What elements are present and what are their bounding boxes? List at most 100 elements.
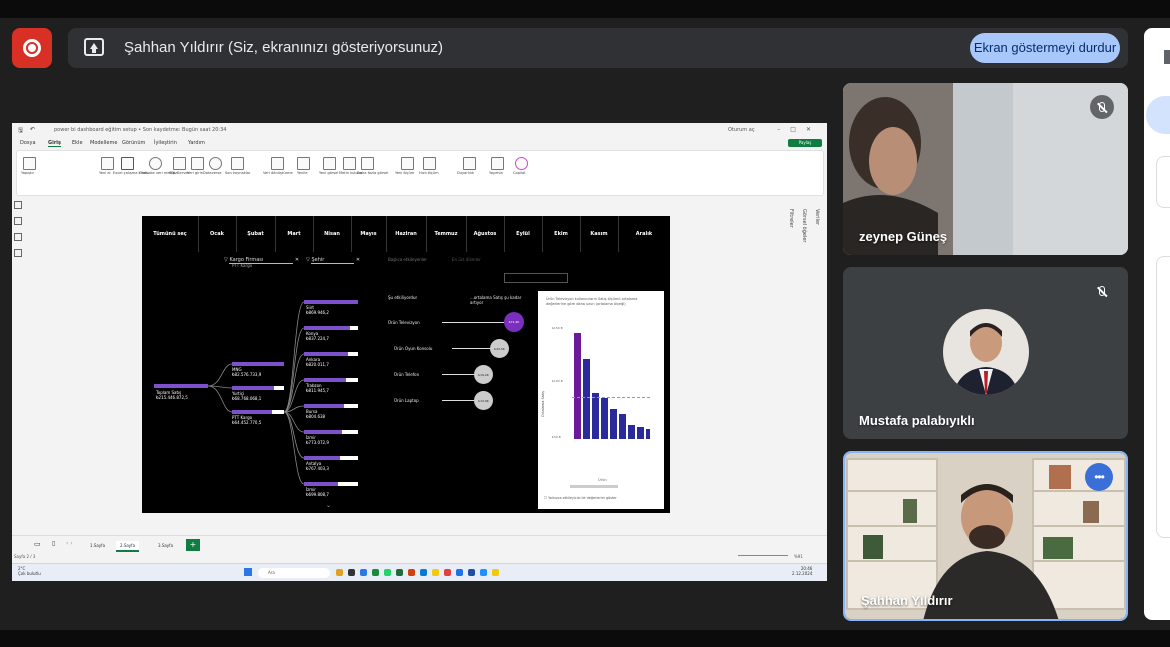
taskbar-app-icon[interactable] — [384, 569, 391, 576]
sql-icon[interactable] — [173, 157, 186, 170]
recording-button[interactable] — [12, 28, 52, 68]
taskbar-app-icon[interactable] — [468, 569, 475, 576]
chart-bar[interactable] — [628, 425, 635, 439]
taskbar-app-icon[interactable] — [372, 569, 379, 576]
more-visuals-icon[interactable] — [361, 157, 374, 170]
taskbar-app-icon[interactable] — [396, 569, 403, 576]
page-tab[interactable]: 2.Sayfa — [116, 541, 140, 552]
factor-value-bubble[interactable]: ₺71,4K — [504, 312, 524, 332]
paste-icon[interactable] — [23, 157, 36, 170]
taskbar-app-icon[interactable] — [444, 569, 451, 576]
taskbar-app-icon[interactable] — [492, 569, 499, 576]
factor-value-bubble[interactable]: ₺13,9K — [474, 391, 493, 410]
filters-pane-tab[interactable]: Filtreler — [788, 209, 794, 228]
tab-top-segments[interactable]: En üst dilimler — [452, 257, 481, 262]
enter-data-icon[interactable] — [191, 157, 204, 170]
page-view-icon[interactable]: ▭ — [34, 540, 41, 548]
taskbar-search[interactable]: Ara — [258, 568, 330, 578]
factor-label[interactable]: Ürün Televizyon — [388, 320, 420, 325]
dax-view-icon[interactable] — [14, 249, 22, 257]
excel-icon[interactable] — [121, 157, 134, 170]
month-item[interactable]: Temmuz — [426, 216, 467, 252]
tree-node-bar[interactable] — [232, 410, 272, 414]
participant-tile[interactable]: zeynep Güneş — [843, 83, 1128, 255]
prev-page-icon[interactable]: ‹ › — [66, 540, 73, 547]
participant-tile-active[interactable]: ••• Şahhan Yıldırır — [843, 451, 1128, 621]
tree-root-bar[interactable] — [154, 384, 208, 388]
factor-label[interactable]: Ürün Telefon — [394, 372, 419, 377]
start-icon[interactable] — [244, 568, 252, 576]
chart-bar[interactable] — [583, 359, 590, 439]
model-view-icon[interactable] — [14, 233, 22, 241]
more-options-button[interactable]: ••• — [1085, 463, 1113, 491]
tree-node-bar[interactable] — [232, 362, 284, 366]
undo-icon[interactable]: ↶ — [30, 126, 35, 133]
influencer-dropdown[interactable] — [504, 273, 568, 283]
tree-leaf-bar[interactable] — [304, 352, 348, 356]
copilot-icon[interactable] — [515, 157, 528, 170]
menu-item[interactable]: İyileştirin — [154, 140, 177, 146]
chart-bar[interactable] — [637, 427, 644, 439]
panel-icon[interactable] — [1164, 50, 1170, 64]
menu-item[interactable]: Giriş — [48, 140, 61, 147]
new-measure-icon[interactable] — [401, 157, 414, 170]
weather-widget[interactable]: 2°C Çok bulutlu — [18, 566, 41, 576]
scrollbar[interactable] — [570, 485, 618, 488]
tree-leaf-bar[interactable] — [304, 430, 342, 434]
tree-leaf-bar[interactable] — [304, 404, 344, 408]
tree-leaf-bar[interactable] — [304, 326, 350, 330]
tree-node-bar[interactable] — [232, 386, 274, 390]
new-visual-icon[interactable] — [323, 157, 336, 170]
save-icon[interactable]: 🖫 — [18, 126, 23, 136]
dataverse-icon[interactable] — [209, 157, 222, 170]
month-item[interactable]: Ağustos — [466, 216, 505, 252]
menu-item[interactable]: Ekle — [72, 140, 83, 146]
factor-label[interactable]: Ürün Laptop — [394, 398, 419, 403]
share-button[interactable]: Paylaş — [788, 139, 822, 147]
tree-leaf-bar[interactable] — [304, 482, 338, 486]
taskbar-app-icon[interactable] — [480, 569, 487, 576]
refresh-icon[interactable] — [297, 157, 310, 170]
tree-leaf-bar[interactable] — [304, 456, 340, 460]
only-influencers-checkbox[interactable]: ☐ Yalnızca etkileyicisi ile değerlerini … — [544, 496, 617, 500]
data-pane-tab[interactable]: Veriler — [814, 209, 820, 225]
taskbar-app-icon[interactable] — [348, 569, 355, 576]
chart-bar[interactable] — [574, 333, 581, 439]
taskbar-app-icon[interactable] — [432, 569, 439, 576]
clock[interactable]: 20:46 2.12.2024 — [792, 566, 812, 576]
transform-icon[interactable] — [271, 157, 284, 170]
taskbar-app-icon[interactable] — [408, 569, 415, 576]
participant-tile[interactable]: Mustafa palabıyıklı — [843, 267, 1128, 439]
tree-leaf-bar[interactable] — [304, 300, 358, 304]
visuals-pane-tab[interactable]: Görsel öğeler — [801, 209, 807, 242]
month-item[interactable]: Aralık — [618, 216, 670, 252]
factor-value-bubble[interactable]: ₺43,5K — [490, 339, 509, 358]
zoom-slider[interactable] — [738, 555, 788, 556]
taskbar-app-icon[interactable] — [360, 569, 367, 576]
menu-item[interactable]: Modelleme — [90, 140, 117, 146]
recent-sources-icon[interactable] — [231, 157, 244, 170]
taskbar-app-icon[interactable] — [420, 569, 427, 576]
menu-item[interactable]: Yardım — [188, 140, 205, 146]
factor-value-bubble[interactable]: ₺19,2K — [474, 365, 493, 384]
chart-bar[interactable] — [646, 429, 650, 439]
chart-bar[interactable] — [601, 398, 608, 439]
month-item[interactable]: Ekim — [542, 216, 581, 252]
taskbar-app-icon[interactable] — [336, 569, 343, 576]
textbox-icon[interactable] — [343, 157, 356, 170]
menu-item[interactable]: Dosya — [20, 140, 36, 146]
sensitivity-icon[interactable] — [463, 157, 476, 170]
quick-measure-icon[interactable] — [423, 157, 436, 170]
month-item[interactable]: Kasım — [580, 216, 619, 252]
get-data-icon[interactable] — [101, 157, 114, 170]
report-view-icon[interactable] — [14, 201, 22, 209]
window-controls[interactable]: –□✕ — [777, 126, 821, 133]
month-item[interactable]: Eylül — [504, 216, 543, 252]
taskbar-app-icon[interactable] — [456, 569, 463, 576]
chevron-down-icon[interactable]: ⌄ — [326, 502, 331, 509]
page-tab[interactable]: 1.Sayfa — [86, 541, 109, 550]
onelake-icon[interactable] — [149, 157, 162, 170]
factor-label[interactable]: Ürün Oyun Konsolu — [394, 346, 432, 351]
signin-link[interactable]: Oturum aç — [728, 127, 755, 133]
publish-icon[interactable] — [491, 157, 504, 170]
